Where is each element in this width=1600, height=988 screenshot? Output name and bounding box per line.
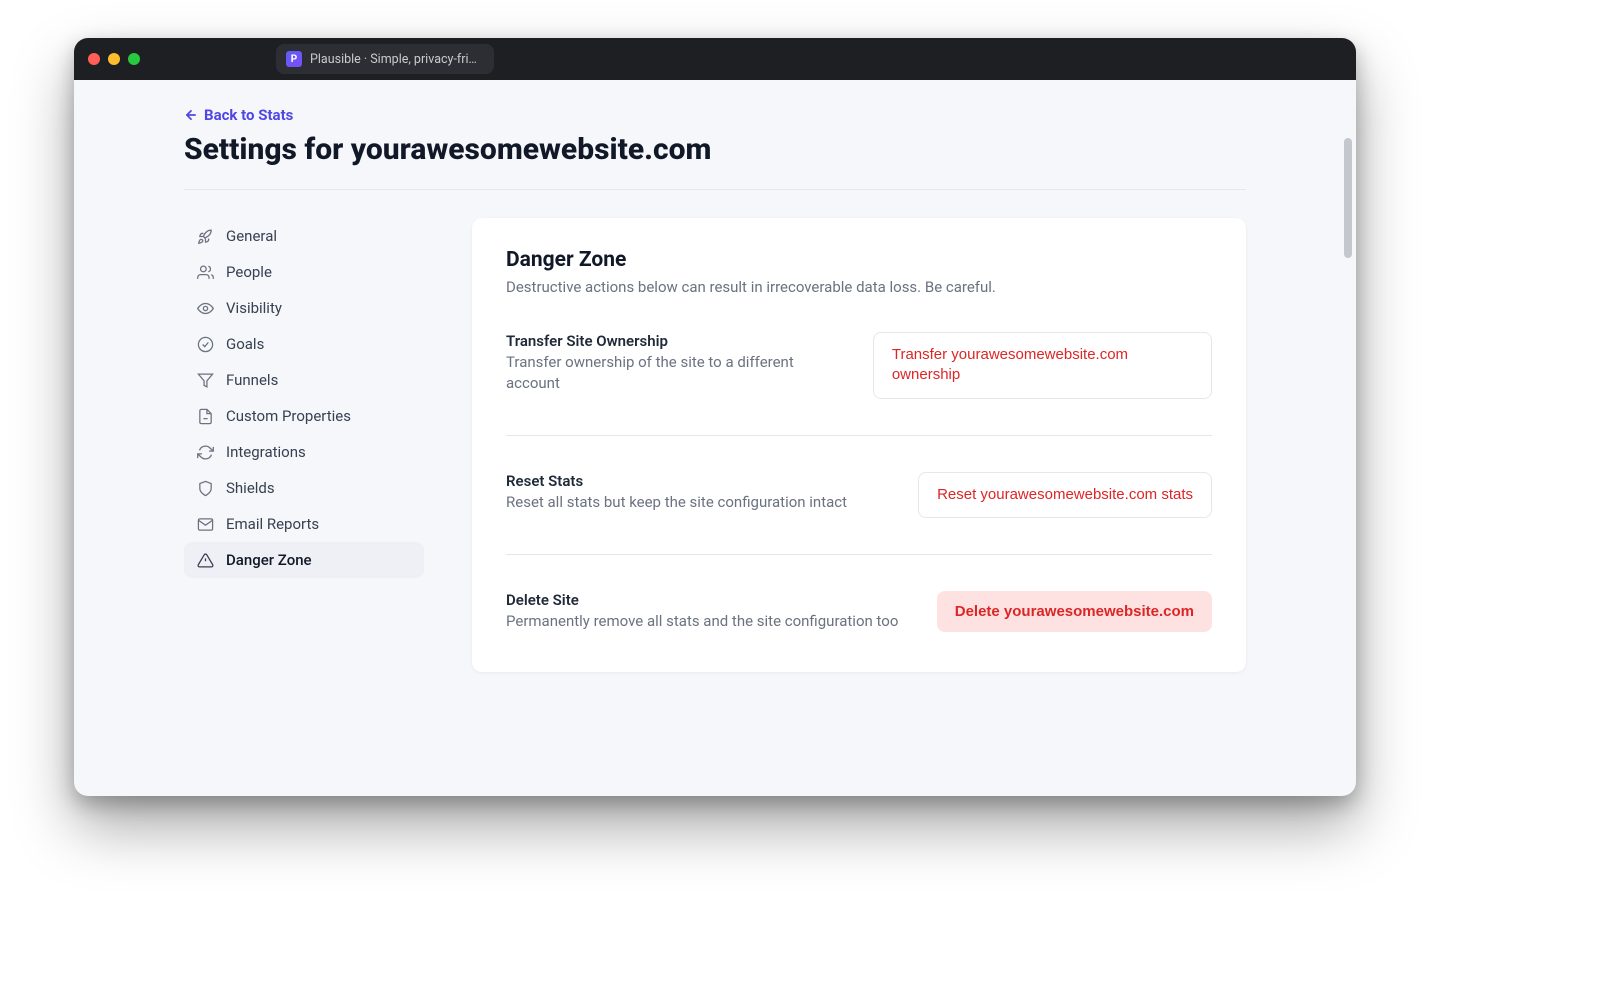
sidebar-item-funnels[interactable]: Funnels [184,362,424,398]
sidebar-item-label: Custom Properties [226,407,351,425]
delete-site-button[interactable]: Delete yourawesomewebsite.com [937,591,1212,632]
settings-sidebar: General People Visibility Goals [184,218,424,578]
plausible-favicon-icon: P [286,51,302,67]
funnel-icon [196,371,214,389]
transfer-ownership-button[interactable]: Transfer yourawesomewebsite.com ownershi… [873,332,1212,399]
document-icon [196,407,214,425]
row-title: Transfer Site Ownership [506,332,843,350]
refresh-icon [196,443,214,461]
row-title: Reset Stats [506,472,847,490]
sidebar-item-label: Integrations [226,443,306,461]
sidebar-item-label: People [226,263,272,281]
browser-window: P Plausible · Simple, privacy-frien Back… [74,38,1356,796]
back-link-label: Back to Stats [204,106,293,124]
row-description: Reset all stats but keep the site config… [506,492,847,513]
rocket-icon [196,227,214,245]
transfer-ownership-row: Transfer Site Ownership Transfer ownersh… [506,296,1212,436]
sidebar-item-label: General [226,227,277,245]
sidebar-item-custom-properties[interactable]: Custom Properties [184,398,424,434]
eye-icon [196,299,214,317]
delete-site-row: Delete Site Permanently remove all stats… [506,555,1212,638]
shield-icon [196,479,214,497]
mail-icon [196,515,214,533]
sidebar-item-label: Email Reports [226,515,319,533]
sidebar-item-visibility[interactable]: Visibility [184,290,424,326]
sidebar-item-label: Funnels [226,371,278,389]
close-window-button[interactable] [88,53,100,65]
sidebar-item-general[interactable]: General [184,218,424,254]
sidebar-item-email-reports[interactable]: Email Reports [184,506,424,542]
tab-title: Plausible · Simple, privacy-frien [310,52,480,67]
panel-subtitle: Destructive actions below can result in … [506,278,1212,296]
minimize-window-button[interactable] [108,53,120,65]
row-description: Permanently remove all stats and the sit… [506,611,898,632]
reset-stats-button[interactable]: Reset yourawesomewebsite.com stats [918,472,1212,518]
titlebar: P Plausible · Simple, privacy-frien [74,38,1356,80]
panel-title: Danger Zone [506,248,1212,272]
row-description: Transfer ownership of the site to a diff… [506,352,843,394]
arrow-left-icon [184,108,198,122]
row-title: Delete Site [506,591,898,609]
sidebar-item-label: Shields [226,479,275,497]
sidebar-item-label: Goals [226,335,264,353]
alert-triangle-icon [196,551,214,569]
sidebar-item-integrations[interactable]: Integrations [184,434,424,470]
users-icon [196,263,214,281]
sidebar-item-danger-zone[interactable]: Danger Zone [184,542,424,578]
divider [184,189,1246,190]
window-controls [88,53,140,65]
check-circle-icon [196,335,214,353]
reset-stats-row: Reset Stats Reset all stats but keep the… [506,436,1212,555]
sidebar-item-people[interactable]: People [184,254,424,290]
sidebar-item-label: Visibility [226,299,282,317]
sidebar-item-goals[interactable]: Goals [184,326,424,362]
back-to-stats-link[interactable]: Back to Stats [184,106,293,124]
danger-zone-panel: Danger Zone Destructive actions below ca… [472,218,1246,672]
scrollbar[interactable] [1344,138,1352,258]
maximize-window-button[interactable] [128,53,140,65]
sidebar-item-shields[interactable]: Shields [184,470,424,506]
sidebar-item-label: Danger Zone [226,551,312,569]
page-body: Back to Stats Settings for yourawesomewe… [74,80,1356,796]
page-title: Settings for yourawesomewebsite.com [184,132,1246,167]
browser-tab[interactable]: P Plausible · Simple, privacy-frien [276,44,494,74]
